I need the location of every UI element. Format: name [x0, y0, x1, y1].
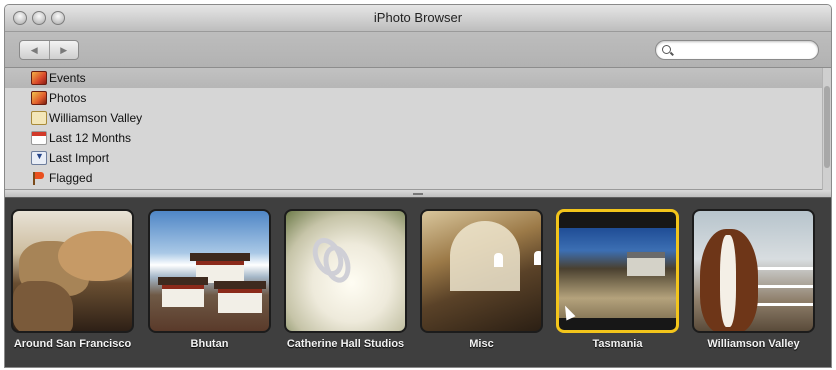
import-icon: [31, 151, 47, 165]
event-thumbnail[interactable]: [284, 209, 407, 333]
forward-button[interactable]: ▶: [48, 41, 79, 59]
source-item-last-12-months[interactable]: Last 12 Months: [5, 128, 831, 148]
event-label: Catherine Hall Studios: [286, 338, 405, 350]
source-item-label: Events: [49, 71, 86, 85]
event-tile-misc[interactable]: Misc: [420, 209, 543, 350]
event-thumbnail[interactable]: [692, 209, 815, 333]
event-tile-around-san-francisco[interactable]: Around San Francisco: [11, 209, 134, 350]
back-forward-control: ◀ ▶: [19, 40, 79, 60]
event-thumbnail[interactable]: [420, 209, 543, 333]
source-item-flagged[interactable]: Flagged: [5, 168, 831, 188]
source-item-last-import[interactable]: Last Import: [5, 148, 831, 168]
search-field[interactable]: [655, 40, 819, 60]
search-input[interactable]: [674, 43, 812, 57]
event-label: Williamson Valley: [707, 338, 800, 350]
chevron-left-icon: ◀: [30, 44, 38, 55]
event-label: Tasmania: [592, 338, 643, 350]
source-item-label: Last 12 Months: [49, 131, 132, 145]
event-thumbnail[interactable]: [148, 209, 271, 333]
album-icon: [31, 111, 47, 125]
event-tile-catherine-hall-studios[interactable]: Catherine Hall Studios: [284, 209, 407, 350]
chevron-right-icon: ▶: [60, 44, 68, 55]
title-bar[interactable]: iPhoto Browser: [5, 5, 831, 32]
back-button[interactable]: ◀: [20, 41, 49, 59]
source-item-label: Williamson Valley: [49, 111, 143, 125]
calendar-icon: [31, 131, 47, 145]
splitter-grip-icon[interactable]: [413, 193, 423, 195]
source-item-williamson-valley[interactable]: Williamson Valley: [5, 108, 831, 128]
source-list: Events Photos Williamson Valley Last 12 …: [5, 68, 831, 190]
source-item-events[interactable]: Events: [5, 68, 831, 88]
photos-icon: [31, 91, 47, 105]
flag-icon: [31, 171, 47, 185]
source-item-label: Last Import: [49, 151, 110, 165]
iphoto-browser-window: iPhoto Browser ◀ ▶ Events Photos William…: [4, 4, 832, 368]
events-grid: Around San Francisco Bhutan Catherine Ha…: [5, 198, 831, 367]
event-tile-bhutan[interactable]: Bhutan: [148, 209, 271, 350]
toolbar: ◀ ▶: [5, 32, 831, 68]
source-item-photos[interactable]: Photos: [5, 88, 831, 108]
event-label: Around San Francisco: [13, 338, 132, 350]
source-item-label: Flagged: [49, 171, 93, 185]
search-icon: [662, 45, 671, 54]
events-icon: [31, 71, 47, 85]
window-title: iPhoto Browser: [373, 10, 463, 25]
event-tile-tasmania[interactable]: Tasmania: [556, 209, 679, 350]
source-item-label: Photos: [49, 91, 87, 105]
event-thumbnail[interactable]: [11, 209, 134, 333]
pane-splitter[interactable]: [5, 190, 831, 198]
event-label: Bhutan: [190, 338, 229, 350]
source-list-scrollbar[interactable]: [822, 68, 831, 190]
event-label: Misc: [469, 338, 494, 350]
event-tile-williamson-valley[interactable]: Williamson Valley: [692, 209, 815, 350]
scrollbar-thumb[interactable]: [824, 86, 830, 168]
